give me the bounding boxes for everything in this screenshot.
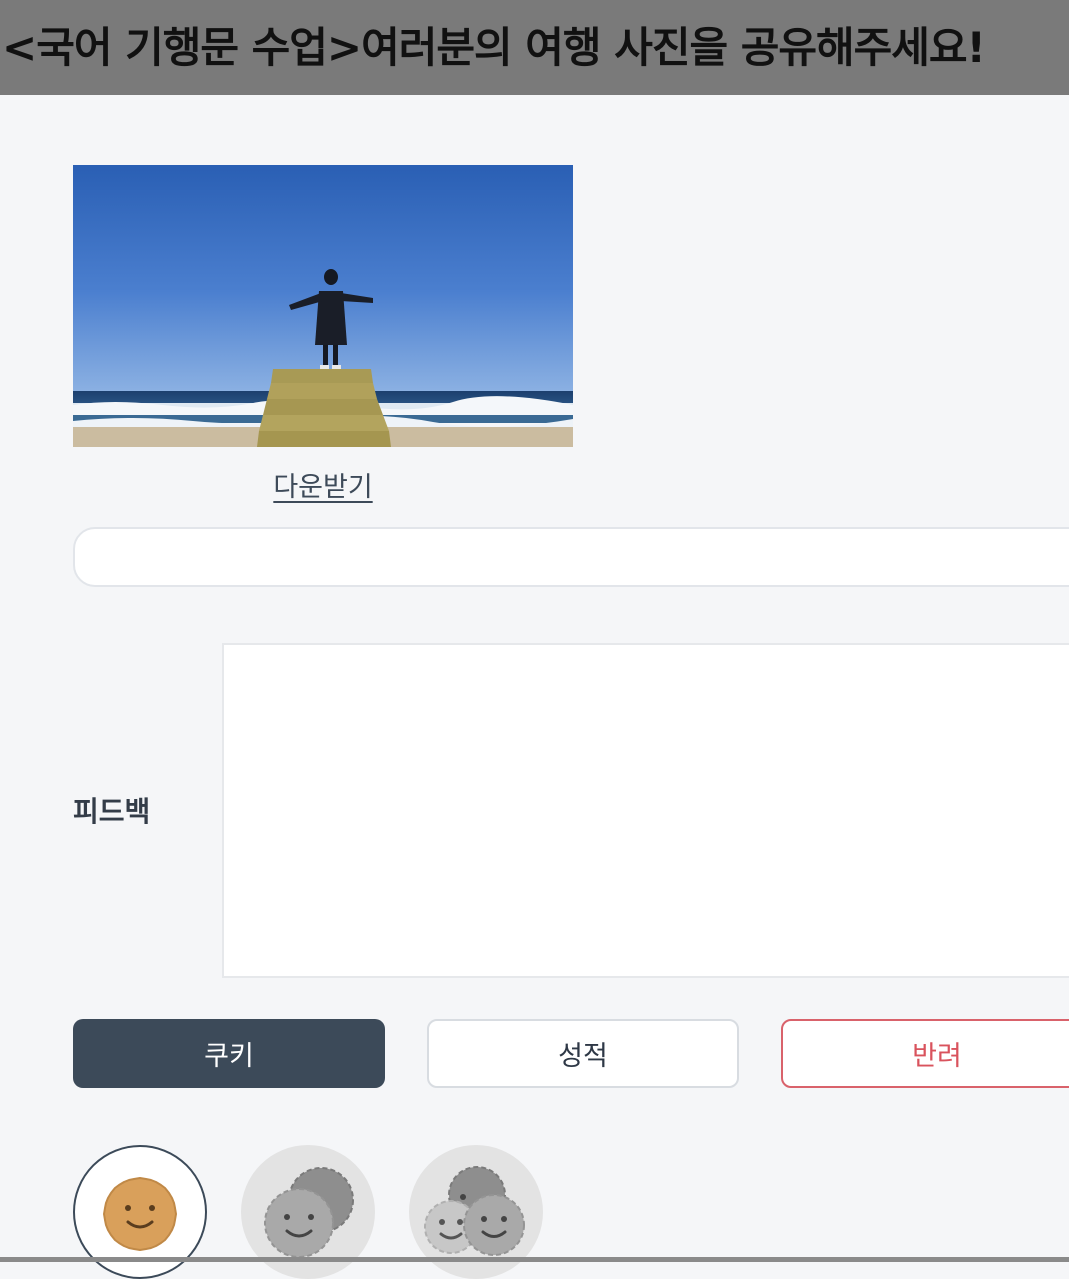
cookie-button-label: 쿠키 [204,1041,254,1072]
feedback-label: 피드백 [73,795,151,828]
grade-button[interactable]: 성적 [427,1019,739,1088]
bottom-divider [0,1257,1069,1262]
grade-button-label: 성적 [558,1041,608,1072]
cookie-button[interactable]: 쿠키 [73,1019,385,1088]
download-link[interactable]: 다운받기 [73,468,573,508]
page-title: <국어 기행문 수업>여러분의 여행 사진을 공유해주세요! [2,23,986,72]
comment-input[interactable] [73,527,1069,587]
reject-button[interactable]: 반려 [781,1019,1069,1088]
feedback-textarea[interactable] [222,643,1069,978]
travel-photo-image [73,165,573,447]
reject-button-label: 반려 [912,1041,962,1072]
travel-photo[interactable] [73,165,573,447]
header-bar: <국어 기행문 수업>여러분의 여행 사진을 공유해주세요! [0,0,1069,95]
